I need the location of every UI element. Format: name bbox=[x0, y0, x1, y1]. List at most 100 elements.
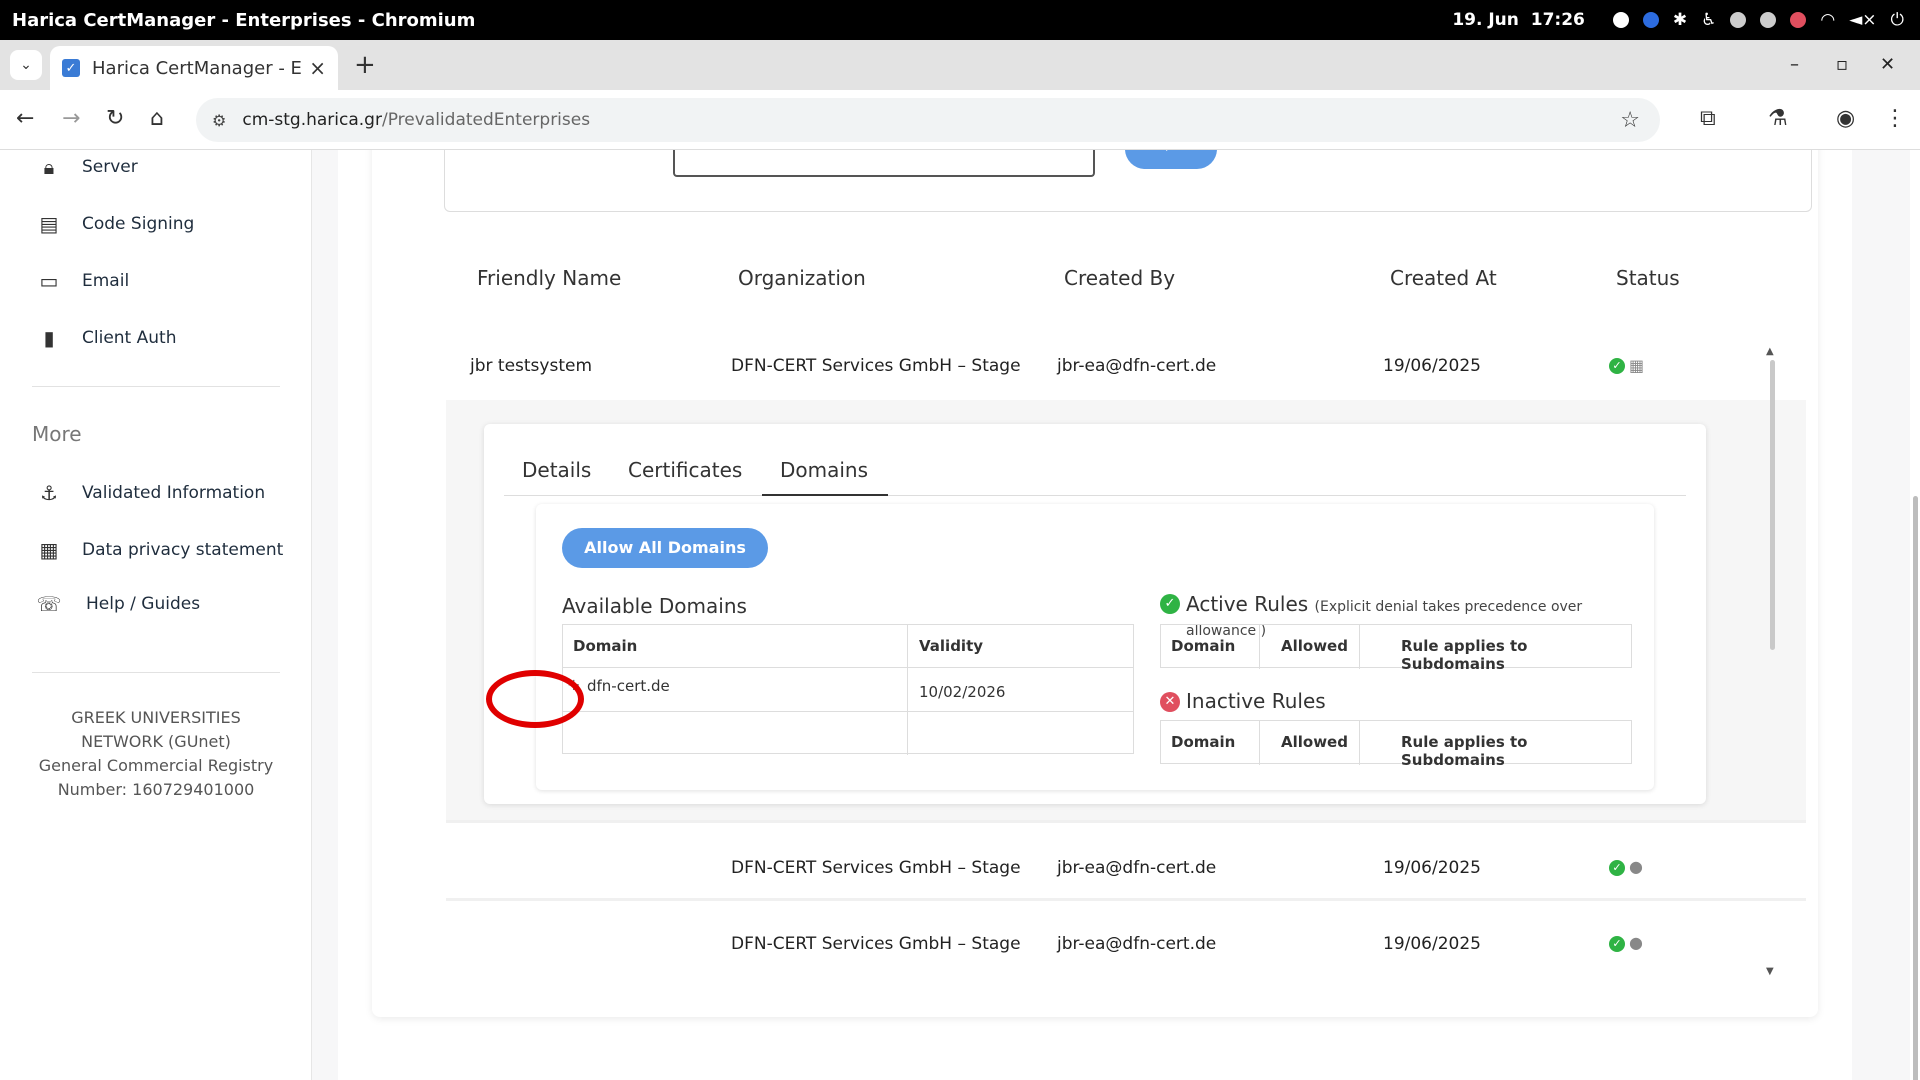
indicator-2-icon[interactable] bbox=[1760, 12, 1777, 28]
zoom-icon[interactable] bbox=[1642, 12, 1659, 28]
highlight-annotation bbox=[486, 670, 584, 728]
wifi-icon[interactable]: ◠ bbox=[1820, 10, 1835, 30]
chevron-down-icon: ⌄ bbox=[20, 57, 32, 73]
id-badge-icon: ▮ bbox=[43, 326, 55, 350]
enterprises-card: ⌕ Friendly Name Organization Created By … bbox=[372, 150, 1818, 1017]
available-domains-title: Available Domains bbox=[562, 594, 747, 618]
sidebar-divider bbox=[32, 672, 280, 673]
tab-domains[interactable]: Domains bbox=[762, 452, 888, 496]
col-subdomains: Rule applies to Subdomains bbox=[1401, 733, 1528, 769]
cell-friendly-name: jbr testsystem bbox=[470, 356, 593, 376]
details-panel: Details Certificates Domains Allow All D… bbox=[484, 424, 1706, 804]
indicator-icon[interactable] bbox=[1730, 12, 1747, 28]
extensions-icon[interactable]: ⧉ bbox=[1700, 106, 1716, 131]
scroll-down-icon[interactable]: ▼ bbox=[1766, 966, 1774, 977]
expanded-row-details: Details Certificates Domains Allow All D… bbox=[446, 400, 1806, 820]
menu-kebab-icon[interactable]: ⋮ bbox=[1884, 106, 1906, 131]
cell-created-at: 19/06/2025 bbox=[1383, 934, 1481, 954]
bookmark-star-icon[interactable]: ☆ bbox=[1620, 108, 1640, 133]
page-scrollbar-thumb[interactable] bbox=[1913, 496, 1918, 1080]
tab-title: Harica CertManager - E bbox=[92, 57, 302, 79]
back-icon[interactable]: ← bbox=[16, 106, 34, 131]
cell-created-by: jbr-ea@dfn-cert.de bbox=[1057, 356, 1217, 376]
col-allowed: Allowed bbox=[1281, 733, 1348, 751]
details-tabs: Details Certificates Domains bbox=[504, 452, 1686, 496]
bluetooth-icon[interactable]: ✱ bbox=[1673, 10, 1687, 30]
allow-all-domains-button[interactable]: Allow All Domains bbox=[562, 528, 768, 568]
sidebar-item-server[interactable]: 🔒︎ Server bbox=[36, 152, 138, 182]
reload-icon[interactable]: ↻ bbox=[106, 106, 124, 131]
column-header-friendly-name[interactable]: Friendly Name bbox=[477, 266, 621, 290]
forward-icon[interactable]: → bbox=[62, 106, 80, 131]
code-icon: ▤ bbox=[39, 212, 59, 236]
home-icon[interactable]: ⌂ bbox=[150, 106, 164, 131]
profile-icon[interactable]: ◉ bbox=[1836, 106, 1855, 131]
sidebar-item-label: Validated Information bbox=[82, 483, 266, 503]
tab-list-button[interactable]: ⌄ bbox=[10, 50, 42, 80]
page-scrollbar-track[interactable] bbox=[1910, 150, 1920, 1080]
address-bar[interactable]: ⚙ cm-stg.harica.gr/PrevalidatedEnterpris… bbox=[196, 98, 1660, 142]
column-header-organization[interactable]: Organization bbox=[738, 266, 866, 290]
check-circle-icon: ✓ bbox=[1609, 358, 1625, 374]
new-tab-icon[interactable]: + bbox=[354, 50, 376, 80]
table-scrollbar[interactable] bbox=[1770, 360, 1775, 650]
cell-organization: DFN-CERT Services GmbH – Stage bbox=[731, 356, 1021, 376]
inactive-rules-title: Inactive Rules bbox=[1186, 689, 1326, 713]
scroll-up-icon[interactable]: ▲ bbox=[1766, 346, 1774, 357]
alert-icon[interactable] bbox=[1790, 12, 1807, 28]
search-input[interactable] bbox=[673, 150, 1095, 177]
column-divider bbox=[907, 625, 908, 755]
sidebar-item-label: Help / Guides bbox=[86, 594, 201, 614]
sidebar-item-email[interactable]: ▭ Email bbox=[36, 266, 130, 296]
close-tab-icon[interactable]: × bbox=[309, 56, 326, 80]
search-icon: ⌕ bbox=[1166, 150, 1176, 156]
maximize-icon[interactable]: ▫ bbox=[1836, 54, 1848, 75]
column-divider bbox=[1359, 721, 1360, 765]
minimize-icon[interactable]: – bbox=[1790, 54, 1799, 75]
tab-certificates[interactable]: Certificates bbox=[610, 452, 760, 496]
column-header-status[interactable]: Status bbox=[1616, 266, 1680, 290]
row-divider bbox=[446, 820, 1806, 823]
main-area: ⌕ Friendly Name Organization Created By … bbox=[338, 150, 1852, 1080]
sidebar-item-validated-information[interactable]: ⚓︎ Validated Information bbox=[36, 478, 265, 508]
footer-line: General Commercial Registry bbox=[38, 756, 274, 775]
url-path: /PrevalidatedEnterprises bbox=[381, 110, 591, 130]
sidebar-item-client-auth[interactable]: ▮ Client Auth bbox=[36, 323, 176, 353]
sidebar-heading-more: More bbox=[32, 422, 82, 446]
browser-tab[interactable]: ✓ Harica CertManager - E × bbox=[50, 46, 338, 90]
tab-details[interactable]: Details bbox=[504, 452, 609, 496]
sidebar-item-data-privacy[interactable]: ▦ Data privacy statement bbox=[36, 535, 284, 565]
search-button[interactable]: ⌕ bbox=[1125, 150, 1217, 169]
column-divider bbox=[1359, 625, 1360, 669]
column-divider bbox=[1259, 721, 1260, 765]
active-rules-table: Domain Allowed Rule applies to Subdomain… bbox=[1160, 624, 1632, 673]
column-header-created-by[interactable]: Created By bbox=[1064, 266, 1175, 290]
labs-flask-icon[interactable]: ⚗ bbox=[1768, 106, 1788, 131]
close-window-icon[interactable]: ✕ bbox=[1880, 54, 1895, 75]
sidebar-item-help-guides[interactable]: ☏ Help / Guides bbox=[36, 589, 200, 619]
accessibility-icon[interactable]: ♿ bbox=[1701, 10, 1716, 30]
column-header-created-at[interactable]: Created At bbox=[1390, 266, 1497, 290]
clock-time: 17:26 bbox=[1530, 10, 1585, 30]
site-info-icon[interactable]: ⚙ bbox=[212, 111, 226, 130]
email-icon: ▭ bbox=[39, 269, 59, 293]
app-indicator-icon[interactable] bbox=[1612, 12, 1629, 28]
check-circle-icon: ✓ bbox=[1609, 936, 1625, 952]
domains-content: Allow All Domains Available Domains Doma… bbox=[536, 504, 1654, 790]
page-content: 🔒︎ Server ▤ Code Signing ▭ Email ▮ Clien… bbox=[0, 150, 1920, 1080]
url-host: cm-stg.harica.gr bbox=[242, 110, 382, 130]
available-domains-table: Domain Validity + dfn-cert.de 10/02/2026 bbox=[562, 624, 1134, 755]
col-domain: Domain bbox=[1171, 637, 1236, 655]
sidebar-item-label: Code Signing bbox=[82, 214, 195, 234]
cell-organization: DFN-CERT Services GmbH – Stage bbox=[731, 934, 1021, 954]
clock[interactable]: 19. Jun 17:26 bbox=[1452, 10, 1585, 30]
power-icon[interactable]: ⏻ bbox=[1891, 10, 1904, 30]
volume-muted-icon[interactable]: ◄× bbox=[1849, 10, 1876, 30]
browser-tab-strip: ⌄ ✓ Harica CertManager - E × + – ▫ ✕ bbox=[0, 40, 1920, 90]
id-card-icon: ▦ bbox=[39, 538, 59, 562]
search-section: ⌕ bbox=[444, 150, 1812, 212]
sidebar-item-code-signing[interactable]: ▤ Code Signing bbox=[36, 209, 195, 239]
sidebar-divider bbox=[32, 386, 280, 387]
sidebar-item-label: Client Auth bbox=[82, 328, 177, 348]
window-title: Harica CertManager - Enterprises - Chrom… bbox=[12, 9, 476, 31]
